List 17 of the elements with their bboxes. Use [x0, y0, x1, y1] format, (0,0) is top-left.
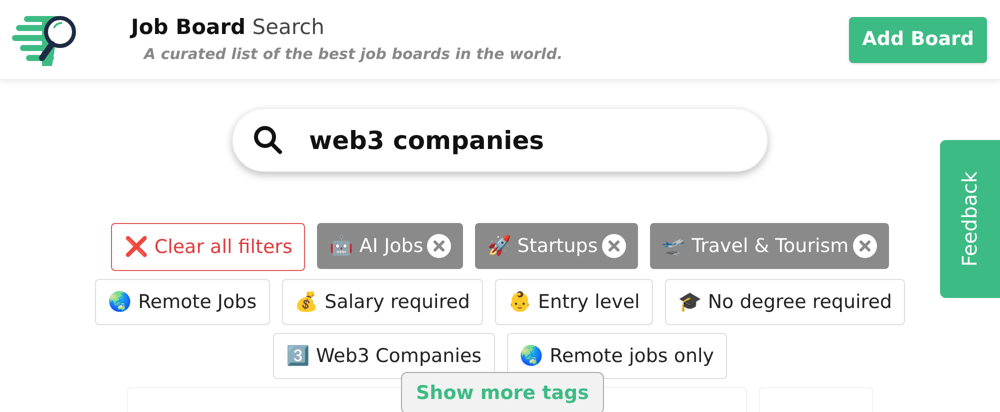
remove-icon[interactable]: [602, 234, 626, 258]
search-field[interactable]: web3 companies: [232, 108, 768, 172]
tag-label: 🤖 AI Jobs: [329, 234, 424, 259]
site-title: Job Board Search: [131, 14, 326, 40]
clear-filters-button[interactable]: ❌ Clear all filters: [111, 223, 306, 271]
filter-tag[interactable]: 👶 Entry level: [494, 279, 653, 325]
tag-label: 🚀 Startups: [487, 234, 598, 259]
remove-icon[interactable]: [852, 234, 877, 258]
search-icon: [252, 124, 284, 156]
filter-tag[interactable]: 🎓 No degree required: [664, 279, 905, 325]
tagline: A curated list of the best job boards in the world.: [144, 44, 563, 65]
remove-icon[interactable]: [427, 234, 452, 258]
tag-label: 🛫 Travel & Tourism: [662, 234, 849, 259]
filter-tag[interactable]: 🌏 Remote jobs only: [506, 333, 728, 379]
filter-tag[interactable]: 💰 Salary required: [282, 279, 483, 325]
filter-tag[interactable]: 🌏 Remote Jobs: [95, 279, 270, 325]
filter-tag[interactable]: 3⃣ Web3 Companies: [272, 333, 495, 379]
